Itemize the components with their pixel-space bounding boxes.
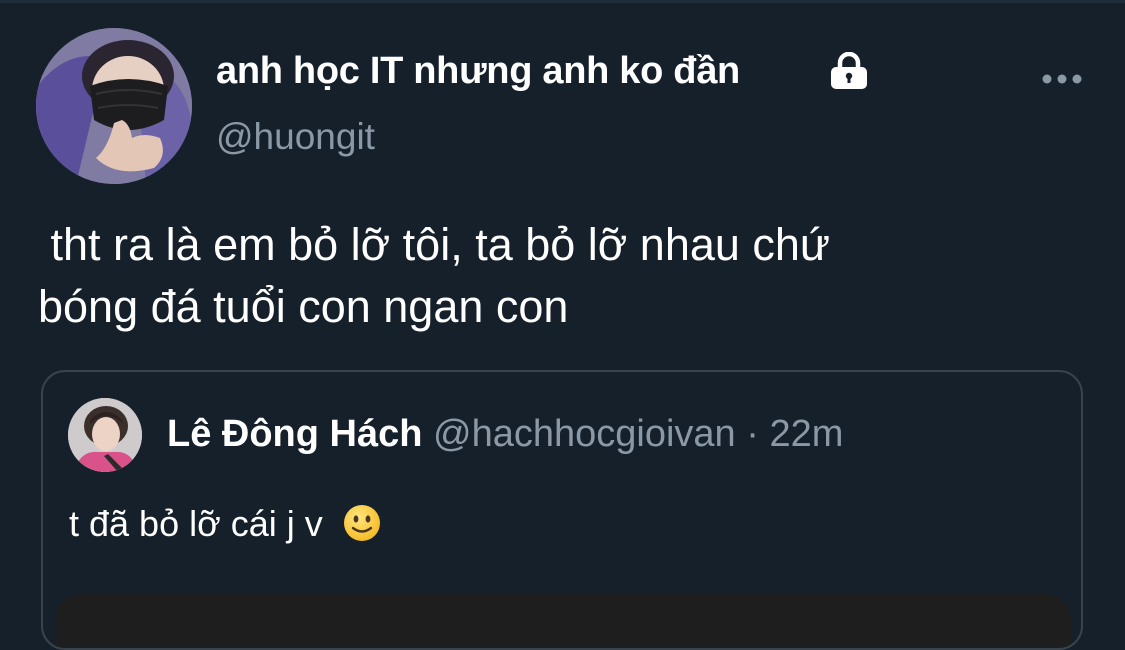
quoted-header: Lê Đông Hách @hachhocgioivan · 22m (167, 412, 843, 456)
author-handle[interactable]: @huongit (216, 116, 375, 158)
tweet[interactable]: anh học IT nhưng anh ko đần @huongit tht… (0, 0, 1125, 650)
quoted-text-line: t đã bỏ lỡ cái j v (69, 502, 381, 546)
lock-icon (831, 52, 867, 89)
author-avatar[interactable] (36, 28, 192, 184)
quoted-media-preview[interactable] (55, 594, 1071, 648)
tweet-text: tht ra là em bỏ lỡ tôi, ta bỏ lỡ nhau ch… (38, 219, 831, 332)
author-name[interactable]: anh học IT nhưng anh ko đần (216, 50, 740, 93)
quoted-author-handle[interactable]: @hachhocgioivan (433, 413, 736, 455)
quoted-author-name[interactable]: Lê Đông Hách (167, 413, 422, 455)
more-horizontal-icon[interactable] (1040, 72, 1084, 86)
quoted-text: t đã bỏ lỡ cái j v (69, 503, 323, 544)
slightly-smiling-face-emoji-icon (343, 505, 380, 541)
quoted-timestamp[interactable]: 22m (769, 413, 843, 455)
quoted-tweet[interactable]: Lê Đông Hách @hachhocgioivan · 22m t đã … (41, 370, 1083, 650)
separator-dot: · (746, 413, 759, 455)
quoted-author-avatar[interactable] (68, 398, 142, 472)
